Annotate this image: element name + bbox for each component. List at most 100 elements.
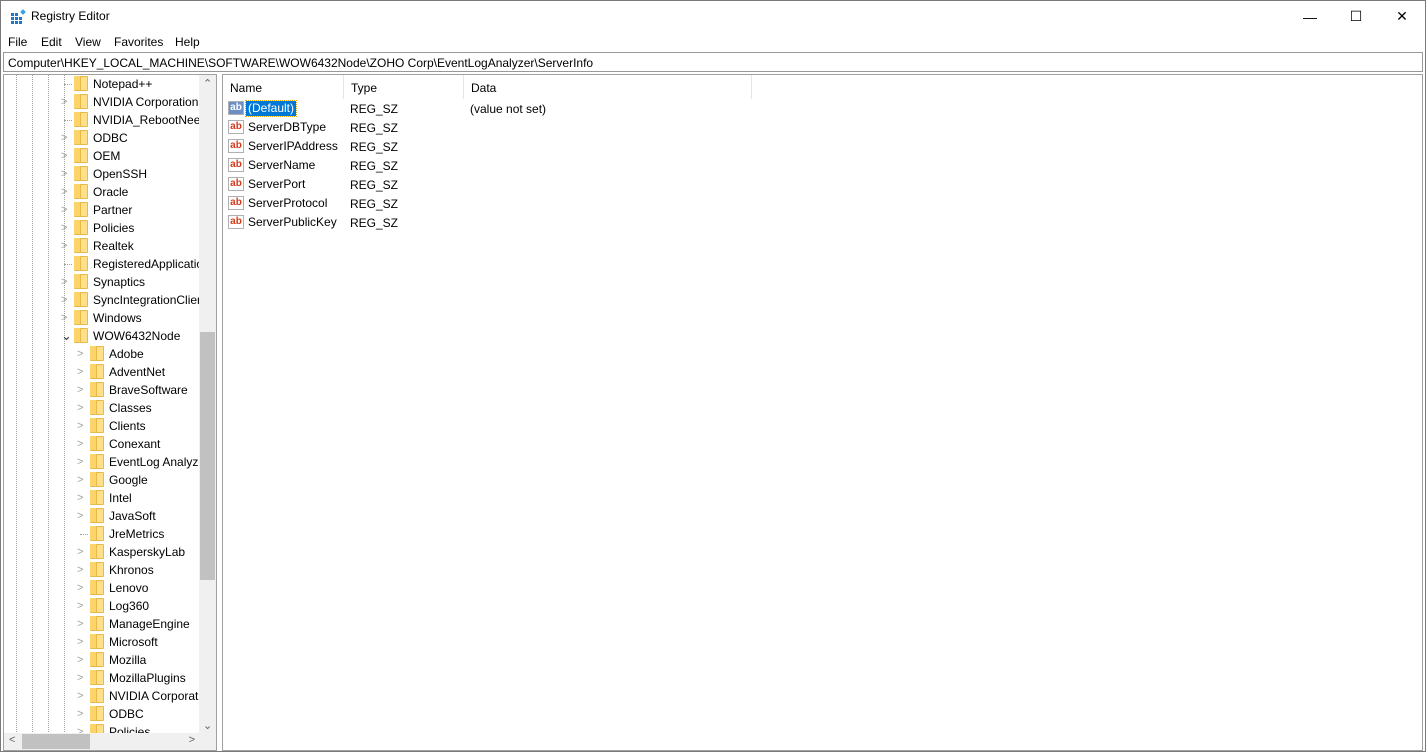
tree-item[interactable]: ⌄ WOW6432Node <box>4 327 200 345</box>
chevron-right-icon[interactable]: > <box>77 473 87 487</box>
scroll-left-icon[interactable]: < <box>9 734 15 746</box>
tree-item[interactable]: Notepad++ <box>4 75 200 93</box>
tree-item[interactable]: > Khronos <box>4 561 200 579</box>
tree-item[interactable]: > Synaptics <box>4 273 200 291</box>
value-row[interactable]: ab (Default) REG_SZ (value not set) <box>223 99 823 118</box>
tree-item[interactable]: > Google <box>4 471 200 489</box>
chevron-right-icon[interactable]: > <box>77 491 87 505</box>
tree-item[interactable]: > EventLog Analyzer <box>4 453 209 471</box>
value-row[interactable]: ab ServerPort REG_SZ <box>223 175 823 194</box>
chevron-right-icon[interactable]: > <box>77 581 87 595</box>
chevron-right-icon[interactable]: > <box>77 383 87 397</box>
tree-item[interactable]: NVIDIA_RebootNeeded <box>4 111 216 129</box>
chevron-right-icon[interactable]: > <box>61 239 71 253</box>
chevron-right-icon[interactable]: > <box>77 635 87 649</box>
minimize-button[interactable]: — <box>1287 1 1333 32</box>
chevron-right-icon[interactable]: > <box>77 653 87 667</box>
tree-item[interactable]: > KasperskyLab <box>4 543 200 561</box>
value-row[interactable]: ab ServerDBType REG_SZ <box>223 118 823 137</box>
tree-item[interactable]: > Oracle <box>4 183 200 201</box>
tree-vertical-scrollbar[interactable]: ⌃ ⌄ <box>199 75 216 734</box>
tree-item[interactable]: > OEM <box>4 147 200 165</box>
chevron-right-icon[interactable]: > <box>77 563 87 577</box>
chevron-right-icon[interactable]: > <box>77 365 87 379</box>
tree-item[interactable]: > Adobe <box>4 345 200 363</box>
menu-file[interactable]: File <box>8 35 27 49</box>
maximize-button[interactable]: ☐ <box>1333 1 1379 32</box>
tree-item[interactable]: > Mozilla <box>4 651 200 669</box>
tree-item[interactable]: > SyncIntegrationClients <box>4 291 213 309</box>
chevron-right-icon[interactable]: > <box>61 311 71 325</box>
chevron-right-icon[interactable]: > <box>77 347 87 361</box>
menu-edit[interactable]: Edit <box>41 35 62 49</box>
chevron-right-icon[interactable]: > <box>61 275 71 289</box>
chevron-right-icon[interactable]: > <box>77 455 87 469</box>
column-header-name[interactable]: Name <box>223 75 344 99</box>
tree-item[interactable]: > ManageEngine <box>4 615 200 633</box>
column-header-type[interactable]: Type <box>344 75 464 99</box>
menu-favorites[interactable]: Favorites <box>114 35 163 49</box>
chevron-right-icon[interactable]: > <box>61 203 71 217</box>
tree-item[interactable]: > Log360 <box>4 597 200 615</box>
scroll-down-icon[interactable]: ⌄ <box>203 719 212 732</box>
chevron-right-icon[interactable]: > <box>61 221 71 235</box>
chevron-right-icon[interactable]: > <box>77 401 87 415</box>
tree-item[interactable]: > MozillaPlugins <box>4 669 200 687</box>
chevron-right-icon[interactable]: > <box>61 149 71 163</box>
menu-view[interactable]: View <box>75 35 101 49</box>
tree-item[interactable]: JreMetrics <box>4 525 200 543</box>
scroll-up-icon[interactable]: ⌃ <box>203 77 212 90</box>
tree-item[interactable]: > Realtek <box>4 237 200 255</box>
value-row[interactable]: ab ServerProtocol REG_SZ <box>223 194 823 213</box>
tree-item-label: Microsoft <box>109 635 158 649</box>
chevron-right-icon[interactable]: > <box>61 293 71 307</box>
tree-item-label: ODBC <box>109 707 144 721</box>
scroll-right-icon[interactable]: > <box>189 734 195 746</box>
chevron-right-icon[interactable]: > <box>77 671 87 685</box>
tree-horizontal-scrollbar[interactable]: < > <box>4 733 201 750</box>
chevron-right-icon[interactable]: > <box>77 509 87 523</box>
chevron-right-icon[interactable]: > <box>77 599 87 613</box>
tree-item[interactable]: > ODBC <box>4 129 200 147</box>
chevron-right-icon[interactable]: > <box>61 95 71 109</box>
tree-item[interactable]: > JavaSoft <box>4 507 200 525</box>
tree-item[interactable]: > NVIDIA Corporation <box>4 93 200 111</box>
tree-item-label: ODBC <box>93 131 128 145</box>
tree-vertical-scroll-thumb[interactable] <box>200 332 215 580</box>
chevron-right-icon[interactable]: > <box>77 545 87 559</box>
key-tree[interactable]: Notepad++ > NVIDIA Corporation NVIDIA_Reboo… <box>3 74 217 751</box>
tree-item[interactable]: > Conexant <box>4 435 200 453</box>
value-row[interactable]: ab ServerIPAddress REG_SZ <box>223 137 823 156</box>
tree-item[interactable]: > Partner <box>4 201 200 219</box>
chevron-right-icon[interactable]: > <box>77 419 87 433</box>
chevron-right-icon[interactable]: > <box>77 689 87 703</box>
tree-item[interactable]: > Intel <box>4 489 200 507</box>
tree-item[interactable]: > Policies <box>4 219 200 237</box>
tree-item[interactable]: > OpenSSH <box>4 165 200 183</box>
chevron-right-icon[interactable]: > <box>61 131 71 145</box>
chevron-right-icon[interactable]: > <box>77 617 87 631</box>
tree-item[interactable]: > ODBC <box>4 705 200 723</box>
value-row[interactable]: ab ServerName REG_SZ <box>223 156 823 175</box>
tree-item[interactable]: > Classes <box>4 399 200 417</box>
close-button[interactable]: ✕ <box>1379 1 1425 32</box>
tree-item[interactable]: > NVIDIA Corporation <box>4 687 214 705</box>
tree-horizontal-scroll-thumb[interactable] <box>22 734 90 749</box>
tree-item[interactable]: > Lenovo <box>4 579 200 597</box>
tree-item[interactable]: > BraveSoftware <box>4 381 200 399</box>
column-header-data[interactable]: Data <box>464 75 752 99</box>
values-list[interactable]: Name Type Data ab (Default) REG_SZ (value n… <box>222 74 1423 751</box>
chevron-right-icon[interactable]: > <box>77 437 87 451</box>
chevron-down-icon[interactable]: ⌄ <box>61 329 72 343</box>
chevron-right-icon[interactable]: > <box>77 707 87 721</box>
chevron-right-icon[interactable]: > <box>61 167 71 181</box>
tree-item[interactable]: RegisteredApplications <box>4 255 216 273</box>
address-bar[interactable]: Computer\HKEY_LOCAL_MACHINE\SOFTWARE\WOW… <box>3 52 1423 72</box>
tree-item[interactable]: > Windows <box>4 309 200 327</box>
tree-item[interactable]: > Clients <box>4 417 200 435</box>
tree-item[interactable]: > AdventNet <box>4 363 200 381</box>
value-row[interactable]: ab ServerPublicKey REG_SZ <box>223 213 823 232</box>
tree-item[interactable]: > Microsoft <box>4 633 200 651</box>
chevron-right-icon[interactable]: > <box>61 185 71 199</box>
menu-help[interactable]: Help <box>175 35 200 49</box>
